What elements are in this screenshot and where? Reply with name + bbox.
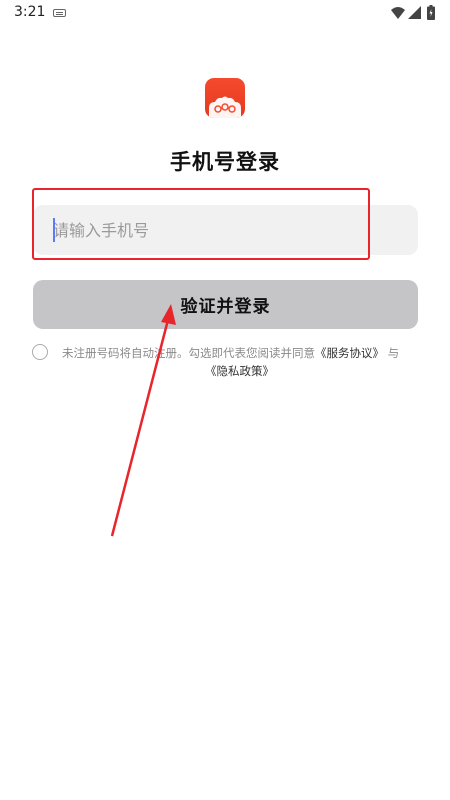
keyboard-icon: [53, 9, 66, 17]
signal-icon: [408, 6, 421, 19]
agreement-text: 未注册号码将自动注册。勾选即代表您阅读并同意《服务协议》 与: [62, 344, 422, 362]
cloud-swirl-logo-icon: [209, 96, 241, 118]
agreement-prefix: 未注册号码将自动注册。勾选即代表您阅读并同意: [62, 346, 315, 360]
annotation-arrow: [110, 304, 176, 537]
status-bar: 3:21: [0, 0, 450, 26]
login-screen: 3:21 手机号登录 验证并登录 未注册号码将自动注册。: [0, 0, 450, 800]
page-title: 手机号登录: [170, 150, 280, 174]
wifi-icon: [391, 7, 405, 19]
verify-login-button[interactable]: 验证并登录: [33, 280, 418, 329]
text-cursor: [53, 218, 55, 242]
phone-input-container[interactable]: [33, 205, 418, 255]
status-time: 3:21: [14, 4, 46, 20]
app-logo: [205, 78, 245, 118]
agreement-conjunction: 与: [387, 346, 400, 360]
phone-number-input[interactable]: [53, 205, 393, 255]
agreement-checkbox[interactable]: [32, 344, 48, 360]
service-agreement-link[interactable]: 《服务协议》: [315, 346, 384, 360]
battery-icon: [427, 5, 435, 20]
privacy-policy-link[interactable]: 《隐私政策》: [205, 362, 274, 380]
